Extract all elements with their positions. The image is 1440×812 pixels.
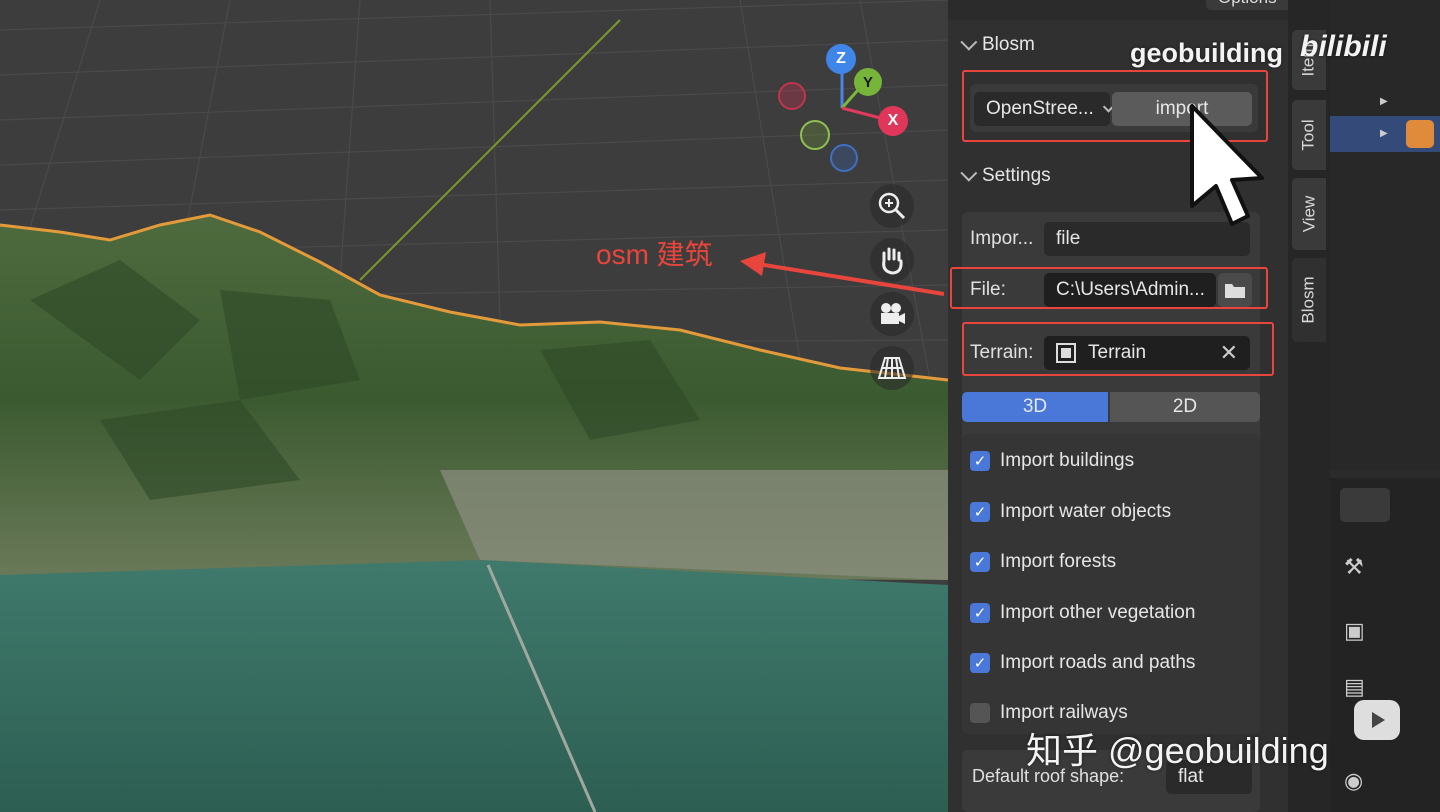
checkbox-icon[interactable]: ✓ [970,502,990,522]
expand-arrow-icon[interactable]: ▶ [1380,128,1388,139]
watermark-top: geobuilding [1130,38,1283,68]
gizmo-y[interactable]: Y [854,68,882,96]
tab-blosm[interactable]: Blosm [1292,258,1326,342]
chevron-down-icon [960,164,978,182]
gizmo-neg-y[interactable] [800,120,830,150]
import-label: Impor... [970,228,1034,249]
blosm-header[interactable]: Blosm [960,33,1035,56]
grid-perspective-icon[interactable] [870,346,914,390]
play-icon [1354,700,1400,740]
scene-icon[interactable]: ◉ [1344,768,1374,798]
chevron-down-icon [960,33,978,51]
checkbox-icon[interactable]: ✓ [970,653,990,673]
watermark-bottom: 知乎 @geobuilding [1026,730,1329,771]
axis-gizmo[interactable]: Z Y X [770,40,910,180]
gizmo-neg-x[interactable] [778,82,806,110]
watermark-brand: bilibili [1300,30,1387,63]
mode-3d-tab[interactable]: 3D [962,392,1108,422]
sea [0,560,948,812]
camera-icon[interactable] [870,292,914,336]
sidebar-tabs: Item Tool View Blosm [1288,0,1330,812]
properties-panel: ⚒ ▣ ▤ ◉ [1330,478,1440,812]
editor-type-icon[interactable] [1340,488,1390,522]
checkbox-icon[interactable] [970,703,990,723]
gizmo-neg-z[interactable] [830,144,858,172]
checkbox-icon[interactable]: ✓ [970,451,990,471]
mode-2d-tab[interactable]: 2D [1110,392,1260,422]
checkbox-import-forests[interactable]: ✓ Import forests [970,551,1116,573]
gizmo-x[interactable]: X [878,106,908,136]
checkbox-import-buildings[interactable]: ✓ Import buildings [970,450,1134,472]
3d-viewport[interactable]: osm 建筑 Z Y X [0,0,948,812]
annotation-arrow [740,252,945,296]
gizmo-z[interactable]: Z [826,44,856,74]
zoom-icon[interactable] [870,184,914,228]
checkbox-import-railways[interactable]: Import railways [970,702,1128,724]
highlight-box-file [950,267,1268,309]
checkbox-import-vegetation[interactable]: ✓ Import other vegetation [970,602,1195,624]
checkbox-icon[interactable]: ✓ [970,552,990,572]
hand-pan-icon[interactable] [870,238,914,282]
mesh-icon [1406,120,1434,148]
mouse-cursor [1190,104,1264,226]
expand-arrow-icon[interactable]: ▶ [1380,96,1388,107]
checkbox-import-water[interactable]: ✓ Import water objects [970,501,1171,523]
highlight-box-terrain [962,322,1274,376]
checkbox-import-roads[interactable]: ✓ Import roads and paths [970,652,1195,674]
annotation-label: osm 建筑 [596,239,713,270]
tab-view[interactable]: View [1292,178,1326,250]
checkbox-group [962,434,1260,734]
tool-icon[interactable]: ⚒ [1344,554,1374,584]
tab-tool[interactable]: Tool [1292,100,1326,170]
checkbox-icon[interactable]: ✓ [970,603,990,623]
outliner-panel: ▶ ▶ [1330,0,1440,470]
settings-header[interactable]: Settings [960,164,1051,187]
render-icon[interactable]: ▣ [1344,618,1374,648]
